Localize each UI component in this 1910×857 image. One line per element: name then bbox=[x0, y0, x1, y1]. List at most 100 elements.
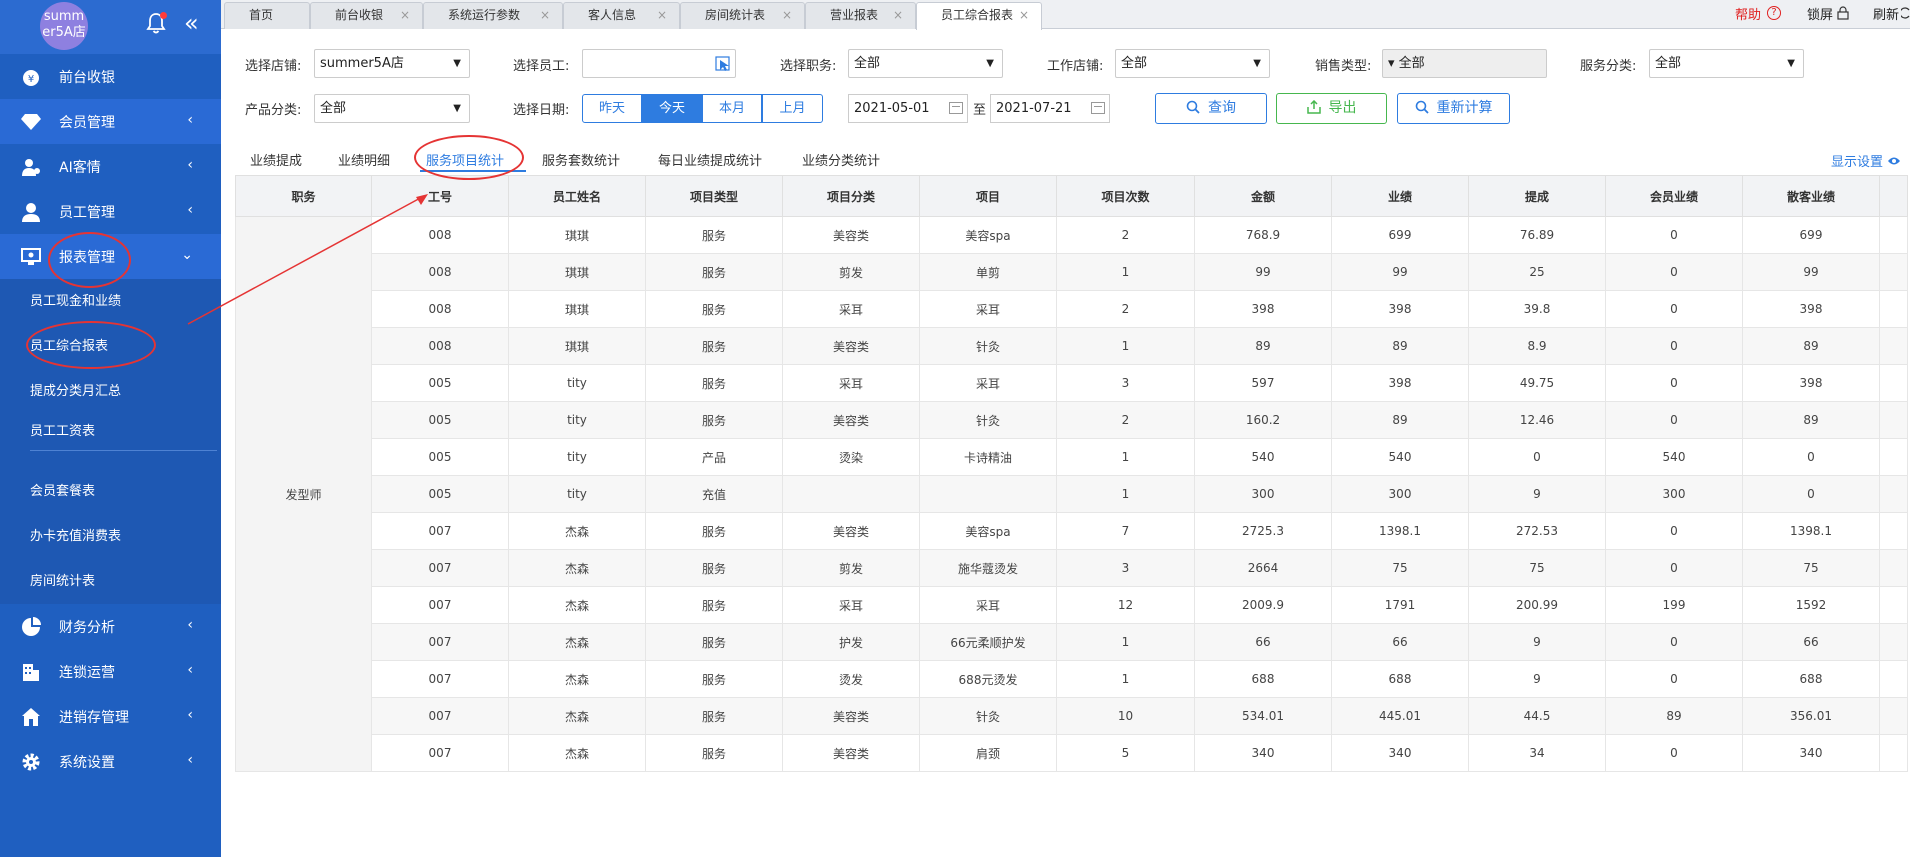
submenu-item[interactable]: 员工现金和业绩 bbox=[0, 279, 221, 324]
table-cell: 44.5 bbox=[1468, 697, 1606, 735]
date-today-button[interactable]: 今天 bbox=[642, 94, 702, 123]
close-icon[interactable]: × bbox=[657, 3, 667, 28]
help-link[interactable]: 帮助 bbox=[1735, 4, 1761, 23]
table-cell: tity bbox=[508, 475, 646, 513]
subtab-detail[interactable]: 业绩明细 bbox=[338, 150, 390, 169]
tab-business-report[interactable]: 营业报表 × bbox=[805, 2, 916, 29]
table-row[interactable]: 008 琪琪 服务 采耳 采耳 2 398 398 39.8 0 398 bbox=[236, 290, 1908, 328]
table-row[interactable]: 008 琪琪 服务 美容类 针灸 1 89 89 8.9 0 89 bbox=[236, 327, 1908, 365]
date-from-input[interactable]: 2021-05-01 bbox=[848, 94, 968, 123]
tab-guest-info[interactable]: 客人信息 × bbox=[563, 2, 680, 29]
table-row[interactable]: 005 tity 产品 烫染 卡诗精油 1 540 540 0 540 0 bbox=[236, 438, 1908, 476]
service-category-select[interactable]: 全部 ▼ bbox=[1649, 49, 1804, 78]
column-header[interactable]: 会员业绩 bbox=[1605, 175, 1743, 217]
tab-room-stats[interactable]: 房间统计表 × bbox=[680, 2, 805, 29]
product-category-select[interactable]: 全部 ▼ bbox=[314, 94, 470, 123]
table-row[interactable]: 发型师 008 琪琪 服务 美容类 美容spa 2 768.9 699 76.89 0 699 bbox=[235, 216, 1908, 772]
store-select[interactable]: summer5A店 ▼ bbox=[314, 49, 470, 78]
table-row[interactable]: 007 杰森 服务 剪发 施华蔻烫发 3 2664 75 75 0 75 bbox=[236, 549, 1908, 587]
column-header[interactable]: 项目类型 bbox=[645, 175, 783, 217]
store-logo[interactable]: summer5A店 bbox=[40, 2, 88, 50]
work-store-select[interactable]: 全部 ▼ bbox=[1115, 49, 1270, 78]
sales-type-select[interactable]: ▾ 全部 bbox=[1382, 49, 1547, 78]
subtab-service-sets[interactable]: 服务套数统计 bbox=[542, 150, 620, 169]
column-header[interactable]: 业绩 bbox=[1331, 175, 1469, 217]
table-row[interactable]: 007 杰森 服务 美容类 针灸 10 534.01 445.01 44.5 89 356.01 bbox=[236, 697, 1908, 735]
table-row[interactable]: 005 tity 服务 美容类 针灸 2 160.2 89 12.46 0 89 bbox=[236, 401, 1908, 439]
table-row[interactable]: 007 杰森 服务 护发 66元柔顺护发 1 66 66 9 0 66 bbox=[236, 623, 1908, 661]
subtab-category-stats[interactable]: 业绩分类统计 bbox=[802, 150, 880, 169]
tab-cashier[interactable]: 前台收银 × bbox=[310, 2, 423, 29]
submenu-item[interactable]: 提成分类月汇总 bbox=[0, 369, 221, 414]
column-header[interactable]: 项目 bbox=[919, 175, 1057, 217]
lock-icon[interactable] bbox=[1837, 6, 1849, 20]
refresh-icon[interactable] bbox=[1901, 6, 1910, 20]
refresh-link[interactable]: 刷新 bbox=[1873, 4, 1899, 23]
cursor-picker-icon[interactable] bbox=[715, 56, 731, 72]
lock-screen-link[interactable]: 锁屏 bbox=[1807, 4, 1833, 23]
column-header[interactable]: 项目次数 bbox=[1056, 175, 1195, 217]
table-row[interactable]: 008 琪琪 服务 剪发 单剪 1 99 99 25 0 99 bbox=[236, 253, 1908, 291]
close-icon[interactable]: × bbox=[893, 3, 903, 28]
employee-select[interactable] bbox=[582, 49, 736, 78]
sidebar-item-settings[interactable]: 系统设置 ‹ bbox=[0, 739, 221, 784]
table-row[interactable]: 007 杰森 服务 采耳 采耳 12 2009.9 1791 200.99 199 1592 bbox=[236, 586, 1908, 624]
column-header[interactable]: 散客业绩 bbox=[1742, 175, 1880, 217]
sidebar-item-ai-customer[interactable]: AI客情 ‹ bbox=[0, 144, 221, 189]
table-row[interactable]: 005 tity 充值 1 300 300 9 300 0 bbox=[236, 475, 1908, 513]
button-label: 导出 bbox=[1328, 100, 1357, 116]
sidebar-item-member[interactable]: 会员管理 ‹ bbox=[0, 99, 221, 144]
close-icon[interactable]: × bbox=[400, 3, 410, 28]
subtab-commission[interactable]: 业绩提成 bbox=[250, 150, 302, 169]
table-cell: 89 bbox=[1742, 327, 1880, 365]
table-cell-overflow bbox=[1879, 475, 1908, 513]
show-settings-link[interactable]: 显示设置 bbox=[1831, 151, 1901, 170]
subtab-daily-commission[interactable]: 每日业绩提成统计 bbox=[658, 150, 762, 169]
table-row[interactable]: 007 杰森 服务 美容类 美容spa 7 2725.3 1398.1 272.53 0 1398.… bbox=[236, 512, 1908, 550]
export-button[interactable]: 导出 bbox=[1276, 93, 1387, 124]
submenu-item[interactable]: 办卡充值消费表 bbox=[0, 514, 221, 559]
position-select[interactable]: 全部 ▼ bbox=[848, 49, 1003, 78]
recalculate-button[interactable]: 重新计算 bbox=[1397, 93, 1510, 124]
column-header[interactable]: 项目分类 bbox=[782, 175, 920, 217]
sidebar-item-finance[interactable]: 财务分析 ‹ bbox=[0, 604, 221, 649]
table-cell-overflow bbox=[1879, 364, 1908, 402]
table-cell bbox=[782, 475, 920, 513]
submenu-item[interactable]: 房间统计表 bbox=[0, 559, 221, 604]
tab-staff-report[interactable]: 员工综合报表 × bbox=[916, 2, 1042, 30]
sales-type-label: 销售类型: bbox=[1315, 59, 1372, 74]
building-icon bbox=[20, 661, 42, 683]
table-row[interactable]: 007 杰森 服务 美容类 肩颈 5 340 340 34 0 340 bbox=[236, 734, 1908, 772]
close-icon[interactable]: × bbox=[1019, 3, 1029, 28]
date-separator: 至 bbox=[973, 103, 987, 118]
table-row[interactable]: 005 tity 服务 采耳 采耳 3 597 398 49.75 0 398 bbox=[236, 364, 1908, 402]
column-header[interactable]: 提成 bbox=[1468, 175, 1606, 217]
column-header[interactable]: 工号 bbox=[371, 175, 509, 217]
query-button[interactable]: 查询 bbox=[1155, 93, 1267, 124]
calendar-icon[interactable] bbox=[1091, 102, 1105, 114]
close-icon[interactable]: × bbox=[782, 3, 792, 28]
sidebar-item-cashier[interactable]: ¥ 前台收银 bbox=[0, 54, 221, 99]
user-chat-icon bbox=[20, 156, 42, 178]
sidebar-item-chain[interactable]: 连锁运营 ‹ bbox=[0, 649, 221, 694]
tab-home[interactable]: 首页 bbox=[224, 2, 310, 29]
help-icon[interactable]: ? bbox=[1766, 6, 1781, 20]
submenu-item[interactable]: 会员套餐表 bbox=[0, 469, 221, 514]
date-this-month-button[interactable]: 本月 bbox=[702, 94, 762, 123]
table-row[interactable]: 007 杰森 服务 烫发 688元烫发 1 688 688 9 0 688 bbox=[236, 660, 1908, 698]
close-icon[interactable]: × bbox=[540, 3, 550, 28]
tab-system-params[interactable]: 系统运行参数 × bbox=[423, 2, 563, 29]
chevron-left-icon: ‹ bbox=[187, 617, 193, 633]
sidebar-item-inventory[interactable]: 进销存管理 ‹ bbox=[0, 694, 221, 739]
column-header[interactable]: 员工姓名 bbox=[508, 175, 646, 217]
submenu-item[interactable]: 员工工资表 bbox=[0, 414, 221, 450]
column-header[interactable]: 职务 bbox=[235, 175, 372, 217]
date-to-input[interactable]: 2021-07-21 bbox=[990, 94, 1110, 123]
calendar-icon[interactable] bbox=[949, 102, 963, 114]
date-last-month-button[interactable]: 上月 bbox=[762, 94, 823, 123]
tab-label: 营业报表 bbox=[830, 8, 879, 22]
sidebar-item-staff[interactable]: 员工管理 ‹ bbox=[0, 189, 221, 234]
collapse-sidebar-icon[interactable]: « bbox=[184, 9, 199, 37]
date-yesterday-button[interactable]: 昨天 bbox=[582, 94, 642, 123]
column-header[interactable]: 金额 bbox=[1194, 175, 1332, 217]
